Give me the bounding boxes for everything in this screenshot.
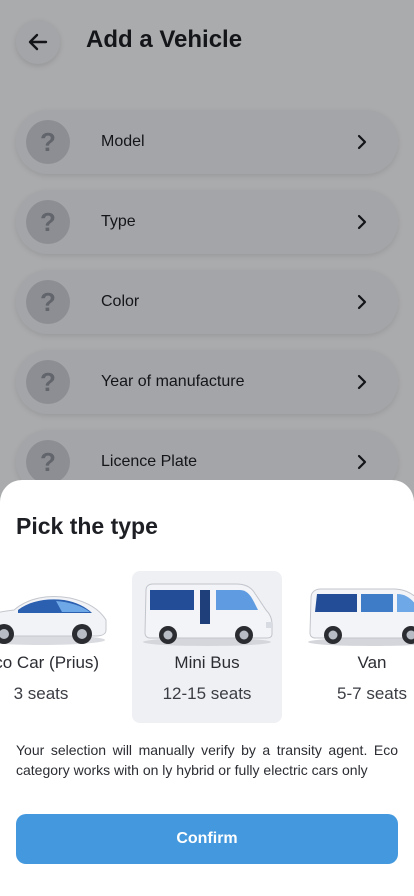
type-seats: 12-15 seats — [162, 684, 252, 703]
type-card-mini-bus[interactable]: Mini Bus 12-15 seats — [132, 571, 282, 723]
eco-car-image — [0, 596, 107, 645]
type-card-van[interactable]: Van 5-7 seats — [297, 571, 414, 723]
sheet-title: Pick the type — [16, 513, 158, 539]
type-card-eco-car[interactable]: Eco Car (Prius) 3 seats — [0, 571, 116, 723]
pick-type-sheet: Pick the type Eco Car (Prius) 3 seats — [0, 480, 414, 896]
verification-note: Your selection will manually verify by a… — [16, 742, 398, 778]
type-name: Van — [357, 653, 387, 672]
type-seats: 5-7 seats — [337, 684, 407, 703]
confirm-button[interactable]: Confirm — [16, 814, 398, 864]
type-name: Eco Car (Prius) — [0, 653, 100, 672]
type-seats: 3 seats — [13, 684, 69, 703]
mini-bus-image — [143, 583, 273, 646]
van-image — [308, 588, 414, 646]
type-name: Mini Bus — [174, 653, 240, 672]
